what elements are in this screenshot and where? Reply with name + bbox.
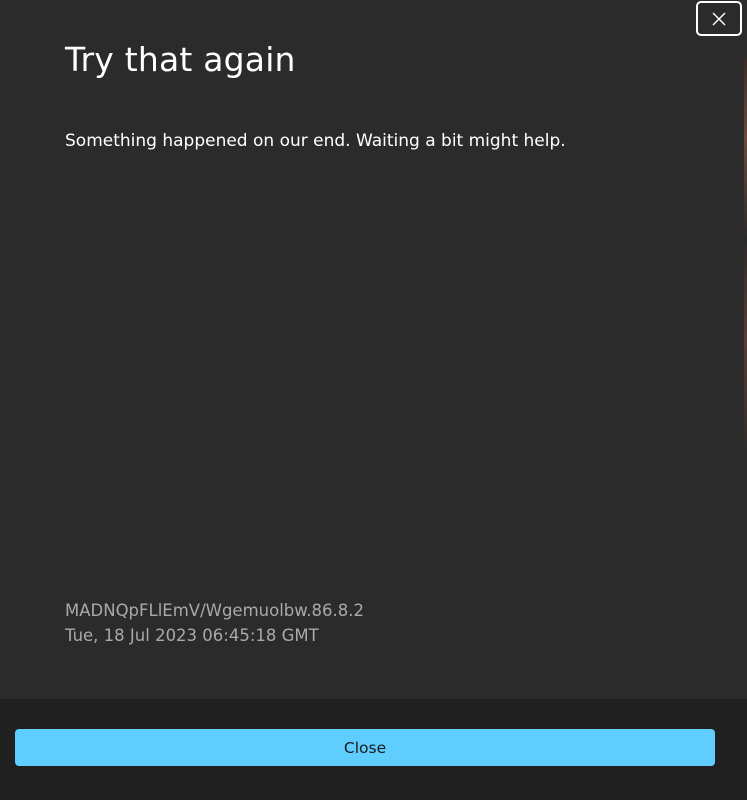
close-icon <box>711 11 727 27</box>
dismiss-button[interactable] <box>696 1 742 36</box>
error-message: Something happened on our end. Waiting a… <box>65 131 566 151</box>
dialog-footer: Close <box>0 699 747 800</box>
error-code: MADNQpFLlEmV/Wgemuolbw.86.8.2 <box>65 601 364 620</box>
error-timestamp: Tue, 18 Jul 2023 06:45:18 GMT <box>65 626 319 645</box>
error-details: MADNQpFLlEmV/Wgemuolbw.86.8.2 Tue, 18 Ju… <box>65 598 364 648</box>
dialog-title: Try that again <box>65 40 296 79</box>
error-dialog: Try that again Something happened on our… <box>0 0 747 800</box>
close-button[interactable]: Close <box>15 729 715 766</box>
